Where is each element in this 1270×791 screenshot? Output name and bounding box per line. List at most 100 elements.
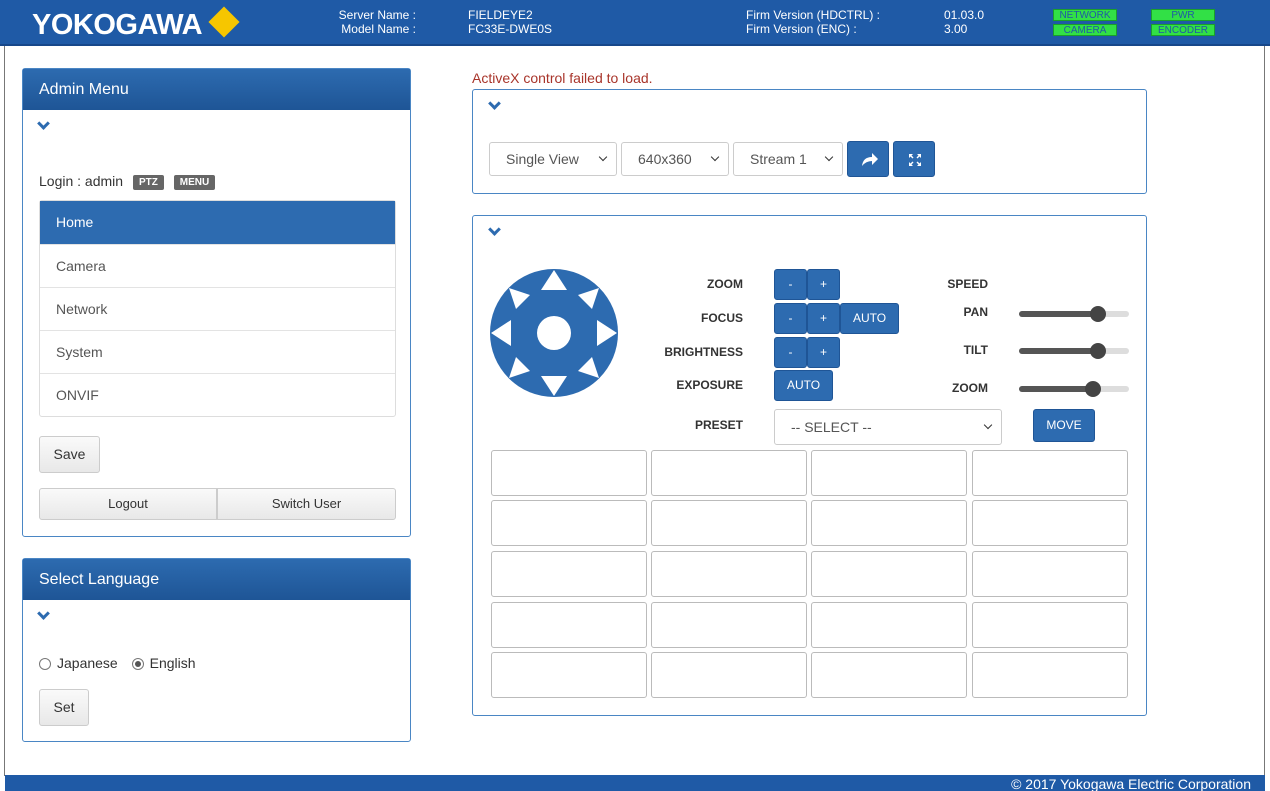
view-control-panel: Single View 640x360 Stream 1 xyxy=(472,89,1147,194)
firm-hdctrl-label: Firm Version (HDCTRL) : xyxy=(746,8,881,22)
preset-select[interactable]: -- SELECT -- xyxy=(774,409,1002,445)
focus-far-button[interactable]: + xyxy=(807,303,840,334)
logo-diamond-icon xyxy=(208,6,240,38)
chevron-down-icon xyxy=(824,152,834,162)
admin-menu-list: Home Camera Network System ONVIF xyxy=(39,200,396,417)
copyright-text: © 2017 Yokogawa Electric Corporation xyxy=(1011,776,1251,791)
exposure-auto-button[interactable]: AUTO xyxy=(774,370,833,401)
switch-user-button[interactable]: Switch User xyxy=(217,488,396,520)
slider-handle[interactable] xyxy=(1090,343,1106,359)
firm-hdctrl-value: 01.03.0 xyxy=(944,8,985,22)
chevron-down-icon xyxy=(983,420,993,430)
preset-move-button[interactable]: MOVE xyxy=(1033,409,1095,442)
brightness-down-button[interactable]: - xyxy=(774,337,807,368)
collapse-chevron-icon[interactable] xyxy=(37,607,50,620)
preset-cell[interactable] xyxy=(491,652,647,698)
admin-menu-title: Admin Menu xyxy=(23,69,410,110)
set-button[interactable]: Set xyxy=(39,689,89,726)
server-name-label: Server Name : xyxy=(338,8,416,22)
exposure-label: EXPOSURE xyxy=(676,378,743,392)
preset-cell[interactable] xyxy=(972,500,1128,546)
preset-cell[interactable] xyxy=(651,652,807,698)
preset-cell[interactable] xyxy=(491,551,647,597)
focus-label: FOCUS xyxy=(701,311,743,325)
menu-item-system[interactable]: System xyxy=(40,330,395,373)
preset-cell[interactable] xyxy=(491,450,647,496)
preset-select-value: -- SELECT -- xyxy=(791,419,872,435)
collapse-chevron-icon[interactable] xyxy=(488,223,501,236)
slider-handle[interactable] xyxy=(1090,306,1106,322)
view-mode-select[interactable]: Single View xyxy=(489,142,617,176)
login-info: Login : admin PTZ MENU xyxy=(39,173,216,190)
yokogawa-logo: YOKOGAWA xyxy=(32,9,203,41)
status-camera-badge: CAMERA xyxy=(1053,24,1117,36)
admin-menu-panel: Admin Menu Login : admin PTZ MENU Home C… xyxy=(22,68,411,537)
zoom-out-button[interactable]: - xyxy=(774,269,807,300)
preset-cell[interactable] xyxy=(972,450,1128,496)
server-name-value: FIELDEYE2 xyxy=(468,8,533,22)
brightness-up-button[interactable]: + xyxy=(807,337,840,368)
preset-cell[interactable] xyxy=(491,602,647,648)
english-radio[interactable] xyxy=(131,658,144,671)
ptz-direction-pad[interactable] xyxy=(489,268,619,398)
focus-near-button[interactable]: - xyxy=(774,303,807,334)
activex-error-message: ActiveX control failed to load. xyxy=(472,70,653,86)
language-options: Japanese English xyxy=(39,655,196,671)
right-border xyxy=(1264,46,1265,776)
menu-item-home[interactable]: Home xyxy=(40,201,395,244)
preset-cell[interactable] xyxy=(651,450,807,496)
resolution-select[interactable]: 640x360 xyxy=(621,142,729,176)
status-pwr-badge: PWR xyxy=(1151,9,1215,21)
preset-cell[interactable] xyxy=(972,551,1128,597)
speed-label: SPEED xyxy=(947,277,988,291)
collapse-chevron-icon[interactable] xyxy=(488,97,501,110)
preset-cell[interactable] xyxy=(811,652,967,698)
focus-auto-button[interactable]: AUTO xyxy=(840,303,899,334)
preset-cell[interactable] xyxy=(651,551,807,597)
preset-cell[interactable] xyxy=(972,652,1128,698)
firm-enc-label: Firm Version (ENC) : xyxy=(746,22,857,36)
fullscreen-button[interactable] xyxy=(893,141,935,177)
model-name-value: FC33E-DWE0S xyxy=(468,22,553,36)
ptz-panel: ZOOM FOCUS BRIGHTNESS EXPOSURE PRESET - … xyxy=(472,215,1147,716)
stream-select[interactable]: Stream 1 xyxy=(733,142,843,176)
save-button[interactable]: Save xyxy=(39,436,100,473)
preset-cell[interactable] xyxy=(651,500,807,546)
preset-cell[interactable] xyxy=(972,602,1128,648)
menu-item-camera[interactable]: Camera xyxy=(40,244,395,287)
preset-cell[interactable] xyxy=(811,500,967,546)
english-label: English xyxy=(149,655,196,671)
zoom-in-button[interactable]: + xyxy=(807,269,840,300)
preset-cell[interactable] xyxy=(811,450,967,496)
japanese-radio[interactable] xyxy=(39,658,51,671)
open-popup-button[interactable] xyxy=(847,141,889,177)
zoom-speed-label: ZOOM xyxy=(952,381,988,395)
preset-cell[interactable] xyxy=(491,500,647,546)
collapse-chevron-icon[interactable] xyxy=(37,117,50,130)
login-text: Login : admin xyxy=(39,173,124,189)
language-title: Select Language xyxy=(23,559,410,600)
japanese-label: Japanese xyxy=(57,655,118,671)
pan-speed-label: PAN xyxy=(963,305,988,319)
language-panel: Select Language Japanese English Set xyxy=(22,558,411,742)
slider-handle[interactable] xyxy=(1085,381,1101,397)
preset-cell[interactable] xyxy=(651,602,807,648)
center-button-icon xyxy=(537,316,571,350)
footer-bar: © 2017 Yokogawa Electric Corporation xyxy=(5,775,1265,791)
slider-fill xyxy=(1019,311,1099,317)
preset-cell[interactable] xyxy=(811,602,967,648)
tilt-speed-label: TILT xyxy=(963,343,988,357)
preset-cell[interactable] xyxy=(811,551,967,597)
logout-button[interactable]: Logout xyxy=(39,488,217,520)
menu-item-onvif[interactable]: ONVIF xyxy=(40,373,395,416)
pan-speed-slider[interactable] xyxy=(1019,305,1129,323)
zoom-speed-slider[interactable] xyxy=(1019,380,1129,398)
preset-label: PRESET xyxy=(694,418,743,432)
slider-fill xyxy=(1019,386,1094,392)
resolution-value: 640x360 xyxy=(638,151,692,167)
menu-item-network[interactable]: Network xyxy=(40,287,395,330)
share-arrow-icon xyxy=(862,153,878,166)
left-border xyxy=(4,46,5,776)
view-mode-value: Single View xyxy=(506,151,579,167)
tilt-speed-slider[interactable] xyxy=(1019,342,1129,360)
